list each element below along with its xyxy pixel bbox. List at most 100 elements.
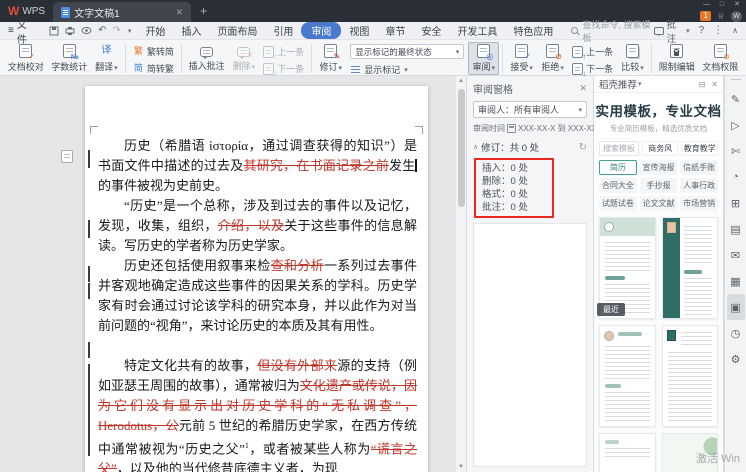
paragraph: 历史（希腊语 ἱστορία，通过调查获得的知识”）是书面文件中描述的过去及其研… bbox=[98, 136, 417, 196]
settings-icon[interactable]: ⚙ bbox=[727, 346, 745, 372]
menu-页面布局[interactable]: 页面布局 bbox=[209, 22, 265, 39]
collapse-ribbon-icon[interactable]: ∧ bbox=[732, 26, 738, 35]
print-icon[interactable] bbox=[65, 26, 75, 36]
close-button[interactable]: ✕ bbox=[734, 1, 740, 9]
tag-人事行政[interactable]: 人事行政 bbox=[680, 178, 718, 193]
tag-简历[interactable]: 简历 bbox=[599, 160, 637, 175]
fill-icon[interactable]: ◔ bbox=[727, 164, 745, 190]
scroll-down-icon[interactable]: ▼ bbox=[456, 464, 466, 470]
ribbon-修订[interactable]: 修订▾ bbox=[315, 42, 346, 75]
ribbon-插入批注[interactable]: 插入批注 bbox=[185, 42, 228, 74]
tag-论文文献[interactable]: 论文文献 bbox=[640, 196, 678, 211]
template-thumbnail[interactable] bbox=[599, 325, 656, 427]
pencil-icon[interactable]: ✎ bbox=[727, 86, 745, 112]
ribbon-字数统计[interactable]: 字数统计 bbox=[47, 42, 90, 75]
tab-close-icon[interactable]: ✕ bbox=[176, 7, 184, 18]
tag-手抄报[interactable]: 手抄报 bbox=[640, 178, 678, 193]
preview-icon[interactable] bbox=[81, 26, 92, 35]
ribbon-文档校对[interactable]: 文档校对 bbox=[4, 42, 47, 75]
scrollbar-thumb[interactable] bbox=[458, 89, 465, 207]
menu-插入[interactable]: 插入 bbox=[173, 22, 209, 39]
quick-link[interactable]: 商务风 bbox=[642, 141, 679, 156]
template-search-input[interactable]: 搜索模板 bbox=[599, 141, 639, 156]
menu-章节[interactable]: 章节 bbox=[377, 22, 413, 39]
collapse-icon[interactable]: ∧ bbox=[473, 143, 478, 151]
ribbon-繁转简[interactable]: 繁转简 bbox=[133, 45, 174, 58]
ribbon-比较[interactable]: 比较▾ bbox=[617, 42, 648, 75]
markup-state-dropdown[interactable]: 显示标记的最终状态▾ bbox=[350, 44, 464, 59]
reviewer-dropdown[interactable]: 审阅人：所有审阅人 ▾ bbox=[473, 101, 587, 118]
minimize-button[interactable]: — bbox=[703, 1, 710, 9]
image-icon[interactable]: ▦ bbox=[727, 268, 745, 294]
maximize-button[interactable]: □ bbox=[720, 1, 724, 9]
save-icon[interactable] bbox=[49, 26, 59, 36]
tag-信纸手账[interactable]: 信纸手账 bbox=[680, 160, 718, 175]
ribbon-限制编辑[interactable]: 限制编辑 bbox=[655, 42, 698, 75]
deleted-text: 其研究，在书面记录之前 bbox=[244, 158, 390, 173]
comment-button[interactable]: 批注 ▾ bbox=[654, 17, 689, 45]
stat-row: 插入：0 处 bbox=[482, 162, 546, 175]
scissors-icon[interactable]: ✄ bbox=[727, 138, 745, 164]
review-pane: 审阅窗格 ✕ 审阅人：所有审阅人 ▾ 审阅时间 XXX-XX-X 到 XXX-X… bbox=[466, 76, 594, 472]
paragraph: 历史还包括使用叙事来检查和分析一系列过去事件并客观地确定造成这些事件的因果关系的… bbox=[98, 256, 417, 336]
menu-开始[interactable]: 开始 bbox=[137, 22, 173, 39]
template-icon[interactable]: ▣ bbox=[727, 294, 745, 320]
cursor-icon[interactable]: ▷ bbox=[727, 112, 745, 138]
history-icon[interactable]: ◷ bbox=[727, 320, 745, 346]
menu-引用[interactable]: 引用 bbox=[265, 22, 301, 39]
tag-宣传海报[interactable]: 宣传海报 bbox=[640, 160, 678, 175]
new-tab-button[interactable]: + bbox=[191, 0, 216, 22]
review-pane-close-icon[interactable]: ✕ bbox=[579, 83, 587, 94]
chevron-down-icon[interactable]: ▾ bbox=[638, 80, 642, 88]
ribbon-显示标记[interactable]: 显示标记▾ bbox=[350, 63, 464, 76]
document-page[interactable]: 历史（希腊语 ἱστορία，通过调查获得的知识”）是书面文件中描述的过去及其研… bbox=[85, 86, 428, 472]
undo-icon[interactable]: ↶ bbox=[98, 25, 106, 36]
document-scrollbar[interactable]: ▲ ▼ bbox=[455, 76, 466, 472]
menu-开发工具[interactable]: 开发工具 bbox=[449, 22, 505, 39]
ribbon-上一条[interactable]: 上一条 bbox=[572, 45, 613, 58]
review-pane-content[interactable] bbox=[473, 223, 587, 467]
ribbon-接受[interactable]: 接受▾ bbox=[506, 42, 537, 75]
mail-icon[interactable]: ✉ bbox=[727, 242, 745, 268]
scroll-up-icon[interactable]: ▲ bbox=[456, 78, 466, 84]
more-options-icon[interactable]: ⋮ bbox=[713, 25, 723, 36]
change-bar bbox=[88, 342, 90, 358]
template-pane-header[interactable]: 稻壳推荐 bbox=[599, 77, 637, 91]
revision-marker-icon[interactable] bbox=[61, 150, 73, 163]
quick-link[interactable]: 教育教学 bbox=[681, 141, 718, 156]
search-icon bbox=[571, 27, 578, 34]
ribbon-拒绝[interactable]: 拒绝▾ bbox=[537, 42, 568, 75]
ribbon-审阅[interactable]: 审阅▾ bbox=[468, 42, 499, 75]
tag-合同大全[interactable]: 合同大全 bbox=[599, 178, 637, 193]
menu-审阅[interactable]: 审阅 bbox=[301, 22, 341, 39]
document-tab[interactable]: 文字文稿1 ✕ bbox=[53, 2, 191, 22]
file-menu[interactable]: ≡ 文件 bbox=[0, 16, 43, 46]
jian-icon bbox=[133, 63, 144, 75]
ribbon-文档权限[interactable]: 文档权限 bbox=[698, 42, 741, 75]
pin-pane-icon[interactable]: ⊟ bbox=[699, 80, 706, 89]
drag-handle[interactable] bbox=[731, 79, 741, 80]
menu-视图[interactable]: 视图 bbox=[341, 22, 377, 39]
table-icon[interactable]: ⊞ bbox=[727, 190, 745, 216]
template-thumbnail[interactable] bbox=[662, 217, 719, 319]
menu-安全[interactable]: 安全 bbox=[413, 22, 449, 39]
ribbon-翻译[interactable]: 翻译▾ bbox=[91, 42, 122, 75]
template-thumbnail[interactable] bbox=[599, 433, 656, 472]
tag-试题试卷[interactable]: 试题试卷 bbox=[599, 196, 637, 211]
refresh-icon[interactable]: ↻ bbox=[579, 142, 587, 153]
review-time-row[interactable]: 审阅时间 XXX-XX-X 到 XXX-XX-X bbox=[473, 123, 587, 134]
ribbon-简转繁[interactable]: 简转繁 bbox=[133, 62, 174, 75]
document-canvas[interactable]: 历史（希腊语 ἱστορία，通过调查获得的知识”）是书面文件中描述的过去及其研… bbox=[0, 76, 466, 472]
tag-市场营销[interactable]: 市场营销 bbox=[680, 196, 718, 211]
menubar: ≡ 文件 ↶ ↷ ▾ 开始插入页面布局引用审阅视图章节安全开发工具特色应用 查找… bbox=[0, 22, 746, 40]
ribbon-下一条[interactable]: 下一条 bbox=[572, 62, 613, 75]
redo-icon[interactable]: ↷ bbox=[113, 25, 121, 36]
menu-特色应用[interactable]: 特色应用 bbox=[505, 22, 561, 39]
more-quick-icons[interactable]: ▾ bbox=[128, 27, 132, 35]
template-pane-close-icon[interactable]: ✕ bbox=[711, 80, 718, 89]
chart-icon[interactable]: ▤ bbox=[727, 216, 745, 242]
template-thumbnail[interactable] bbox=[662, 325, 719, 427]
help-button[interactable]: ? bbox=[699, 25, 705, 36]
command-search[interactable]: 查找命令, 搜索模板 bbox=[571, 18, 654, 44]
ribbon-删除: 删除▾ bbox=[228, 42, 259, 74]
